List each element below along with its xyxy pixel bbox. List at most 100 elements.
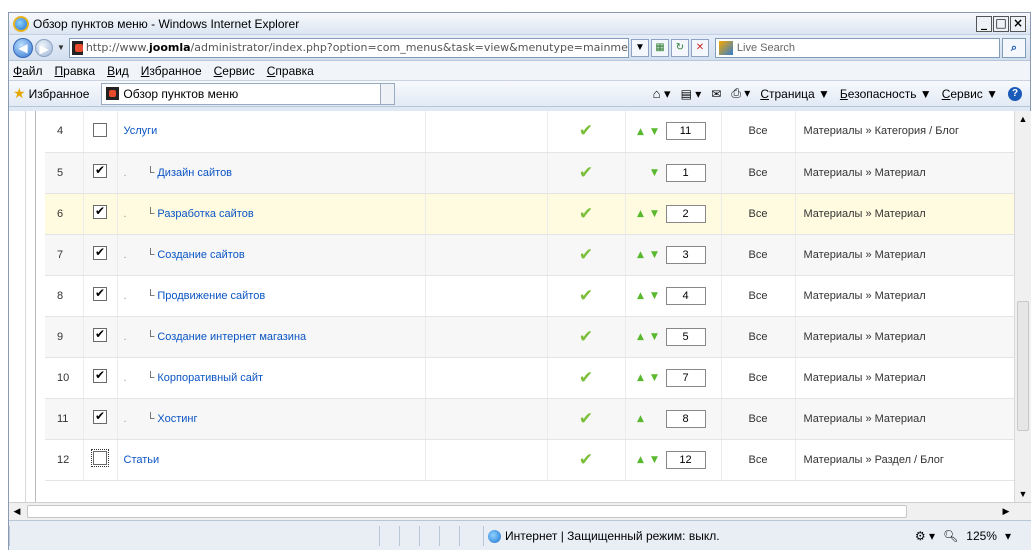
menu-item-link[interactable]: Разработка сайтов: [157, 208, 253, 220]
order-up-icon[interactable]: ▲: [634, 127, 648, 137]
order-up-icon[interactable]: ▲: [634, 250, 648, 260]
menu-view[interactable]: Вид: [107, 64, 129, 78]
order-input[interactable]: 7: [665, 368, 706, 387]
compatibility-icon[interactable]: ▦: [650, 38, 669, 57]
row-checkbox[interactable]: [93, 368, 107, 383]
access-level[interactable]: Все: [721, 439, 796, 481]
zoom-icon[interactable]: 🔍︎: [943, 529, 958, 543]
protected-mode-icon[interactable]: ⚙ ▾: [915, 529, 935, 543]
order-input[interactable]: 3: [665, 245, 706, 264]
help-icon[interactable]: ?: [1008, 86, 1022, 101]
menu-edit[interactable]: Правка: [55, 64, 96, 78]
published-check-icon[interactable]: ✔: [579, 245, 593, 265]
row-checkbox[interactable]: [93, 204, 107, 219]
row-checkbox[interactable]: [93, 245, 107, 260]
forward-button[interactable]: ▶: [35, 38, 53, 57]
menu-item-link[interactable]: Статьи: [124, 454, 160, 466]
order-up-icon[interactable]: ▲: [634, 414, 648, 424]
menu-favorites[interactable]: Избранное: [141, 64, 202, 78]
order-down-icon[interactable]: ▼: [648, 291, 662, 301]
security-zone[interactable]: Интернет | Защищенный режим: выкл.: [483, 525, 863, 546]
mail-icon[interactable]: ✉: [711, 87, 721, 101]
scroll-down-icon[interactable]: ▼: [1015, 486, 1031, 502]
home-icon[interactable]: ⌂ ▾: [653, 86, 671, 102]
menu-item-link[interactable]: Хостинг: [157, 413, 197, 425]
order-input[interactable]: 11: [665, 122, 706, 141]
browser-tab[interactable]: Обзор пунктов меню: [101, 82, 382, 105]
order-up-icon[interactable]: ▲: [634, 291, 648, 301]
zoom-level[interactable]: 125%: [966, 529, 997, 543]
minimize-button[interactable]: _: [976, 15, 992, 32]
published-check-icon[interactable]: ✔: [579, 286, 593, 306]
favorites-star-icon[interactable]: ★: [13, 85, 26, 102]
feeds-icon[interactable]: ▤ ▾: [681, 87, 702, 101]
order-up-icon[interactable]: ▲: [634, 455, 648, 465]
search-button[interactable]: ⌕: [1002, 37, 1026, 58]
page-menu-button[interactable]: Страница ▼: [760, 87, 830, 101]
order-input[interactable]: 4: [665, 286, 706, 305]
row-checkbox[interactable]: [93, 327, 107, 342]
back-button[interactable]: ◀: [13, 37, 33, 58]
order-up-icon[interactable]: ▲: [634, 332, 648, 342]
menu-help[interactable]: Справка: [267, 64, 314, 78]
published-check-icon[interactable]: ✔: [579, 327, 593, 347]
search-field[interactable]: Live Search: [714, 37, 1000, 58]
zoom-dropdown-icon[interactable]: ▾: [1005, 529, 1011, 543]
scroll-up-icon[interactable]: ▲: [1015, 111, 1031, 127]
row-checkbox[interactable]: [93, 409, 107, 424]
access-level[interactable]: Все: [721, 234, 796, 276]
refresh-icon[interactable]: ↻: [670, 38, 689, 57]
vertical-scrollbar[interactable]: ▲ ▼: [1014, 111, 1031, 502]
access-level[interactable]: Все: [721, 152, 796, 194]
stop-icon[interactable]: ✕: [690, 38, 709, 57]
access-level[interactable]: Все: [721, 275, 796, 317]
new-tab-button[interactable]: [381, 82, 396, 105]
order-up-icon[interactable]: ▲: [634, 209, 648, 219]
order-input[interactable]: 1: [665, 163, 706, 182]
access-level[interactable]: Все: [721, 357, 796, 399]
published-check-icon[interactable]: ✔: [579, 121, 593, 141]
row-checkbox[interactable]: [93, 163, 107, 178]
row-checkbox[interactable]: [91, 449, 109, 467]
hscroll-thumb[interactable]: [27, 505, 907, 518]
row-checkbox[interactable]: [93, 286, 107, 301]
print-icon[interactable]: ⎙ ▾: [731, 86, 750, 101]
order-down-icon[interactable]: ▼: [648, 168, 662, 178]
menu-item-link[interactable]: Продвижение сайтов: [157, 290, 265, 302]
access-level[interactable]: Все: [721, 193, 796, 235]
menu-item-link[interactable]: Создание интернет магазина: [157, 331, 306, 343]
menu-item-link[interactable]: Дизайн сайтов: [157, 167, 232, 179]
order-input[interactable]: 5: [665, 327, 706, 346]
row-checkbox[interactable]: [93, 122, 107, 137]
order-down-icon[interactable]: ▼: [648, 127, 662, 137]
order-input[interactable]: 2: [665, 204, 706, 223]
order-down-icon[interactable]: ▼: [648, 373, 662, 383]
safety-menu-button[interactable]: Безопасность ▼: [840, 87, 932, 101]
published-check-icon[interactable]: ✔: [579, 204, 593, 224]
tools-menu-button[interactable]: Сервис ▼: [942, 87, 998, 101]
order-down-icon[interactable]: ▼: [648, 332, 662, 342]
menu-item-link[interactable]: Услуги: [124, 125, 158, 137]
order-input[interactable]: 12: [665, 450, 706, 469]
order-up-icon[interactable]: ▲: [634, 373, 648, 383]
url-dropdown-icon[interactable]: ▼: [630, 38, 649, 57]
favorites-button[interactable]: Избранное: [29, 87, 90, 101]
close-button[interactable]: ×: [1010, 15, 1026, 32]
order-down-icon[interactable]: ▼: [648, 250, 662, 260]
history-dropdown-icon[interactable]: ▼: [57, 43, 65, 52]
scroll-left-icon[interactable]: ◀: [9, 503, 25, 519]
access-level[interactable]: Все: [721, 398, 796, 440]
order-down-icon[interactable]: ▼: [648, 455, 662, 465]
access-level[interactable]: Все: [721, 316, 796, 358]
published-check-icon[interactable]: ✔: [579, 409, 593, 429]
scroll-right-icon[interactable]: ▶: [998, 503, 1014, 519]
menu-tools[interactable]: Сервис: [214, 64, 255, 78]
scroll-thumb[interactable]: [1017, 301, 1029, 431]
url-field[interactable]: http://www. joomla/administrator/index.ph…: [68, 37, 629, 58]
access-level[interactable]: Все: [721, 111, 796, 153]
published-check-icon[interactable]: ✔: [579, 368, 593, 388]
horizontal-scrollbar[interactable]: ◀ ▶: [9, 502, 1031, 520]
menu-file[interactable]: Файл: [13, 64, 43, 78]
published-check-icon[interactable]: ✔: [579, 450, 593, 470]
order-input[interactable]: 8: [665, 409, 706, 428]
